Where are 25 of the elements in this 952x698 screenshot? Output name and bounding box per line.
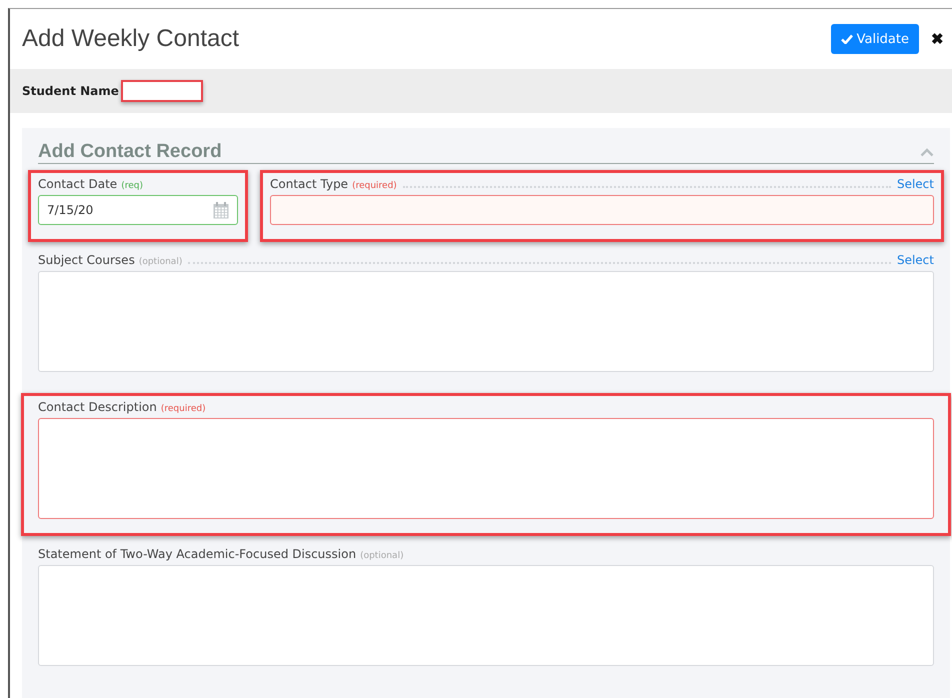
select-link[interactable]: Select [896, 253, 934, 267]
select-field[interactable] [270, 195, 934, 225]
requirement-note: (optional) [138, 257, 182, 267]
field-label: Subject Courses [38, 253, 135, 267]
requirement-note: (required) [160, 404, 206, 414]
requirement-note: (required) [352, 181, 397, 191]
window-title: Add Weekly Contact [22, 25, 240, 53]
check-icon [840, 34, 853, 44]
close-button[interactable]: ✖ [931, 30, 944, 48]
date-field[interactable]: 7/15/20 [38, 195, 238, 225]
student-name-field[interactable] [120, 80, 203, 102]
requirement-note: (optional) [360, 551, 404, 561]
field-label: Contact Date [38, 177, 118, 191]
section-title: Add Contact Record [38, 141, 223, 163]
collapse-chevron-icon[interactable] [920, 148, 934, 157]
requirement-note: (req) [121, 181, 143, 191]
calendar-icon[interactable] [213, 202, 229, 218]
text-area[interactable] [38, 418, 934, 519]
field-label: Contact Description [38, 400, 157, 414]
field-label: Student Name [22, 84, 119, 98]
date-value: 7/15/20 [47, 203, 94, 217]
validate-button[interactable]: Validate [830, 24, 919, 54]
select-link[interactable]: Select [896, 177, 934, 191]
field-label: Contact Type [270, 177, 348, 191]
field-label: Statement of Two-Way Academic-Focused Discussion [38, 547, 356, 561]
